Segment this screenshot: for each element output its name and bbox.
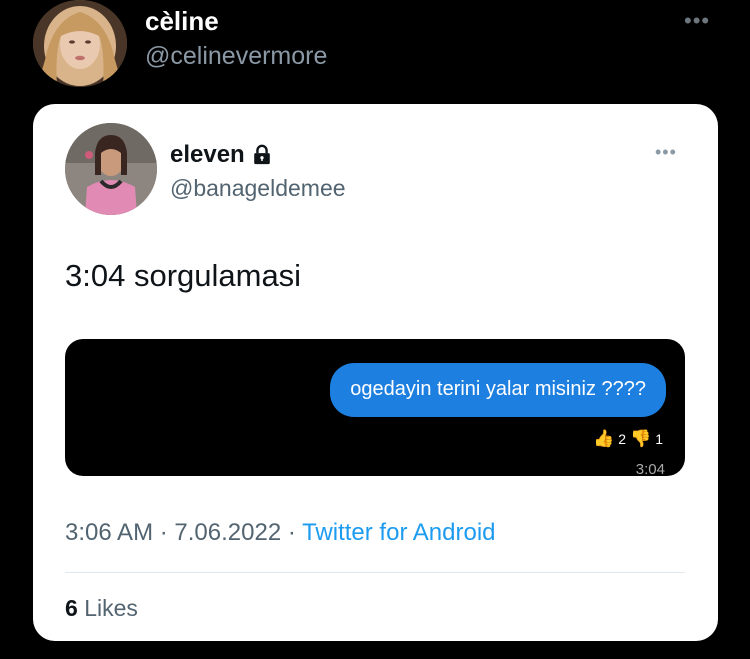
likes-label: Likes <box>84 595 138 621</box>
meta-separator: · <box>153 519 175 546</box>
more-horizontal-icon[interactable]: ••• <box>684 8 710 34</box>
tweet-time[interactable]: 3:06 AM <box>65 519 153 546</box>
avatar[interactable] <box>33 0 127 87</box>
tweet-text: 3:04 sorgulamasi <box>65 258 302 293</box>
thumbs-down-icon: 👎 <box>630 429 652 448</box>
tweet-metadata: 3:06 AM · 7.06.2022 · Twitter for Androi… <box>65 519 496 547</box>
message-reactions: 👍 2 👎 1 <box>593 429 663 449</box>
outer-author-handle[interactable]: @celinevermore <box>145 42 327 71</box>
outer-tweet-header: cèline @celinevermore ••• <box>0 0 750 100</box>
quoted-author-name-row[interactable]: eleven <box>170 141 273 169</box>
outer-author-name[interactable]: cèline <box>145 6 219 37</box>
tweet-date[interactable]: 7.06.2022 <box>174 519 281 546</box>
meta-separator: · <box>281 519 303 546</box>
message-time: 3:04 <box>635 461 665 476</box>
thumbs-down-count: 1 <box>655 431 663 447</box>
likes-stat[interactable]: 6 Likes <box>65 595 138 622</box>
tweet-source-link[interactable]: Twitter for Android <box>302 519 495 546</box>
more-horizontal-icon[interactable]: ••• <box>655 142 677 163</box>
quoted-author-name: eleven <box>170 141 245 168</box>
thumbs-up-icon: 👍 <box>593 429 615 448</box>
message-bubble: ogedayin terini yalar misiniz ???? <box>330 363 666 417</box>
lock-icon <box>253 144 270 165</box>
avatar[interactable] <box>65 123 157 215</box>
avatar-photo <box>65 123 157 215</box>
avatar-photo <box>33 0 127 87</box>
likes-count: 6 <box>65 595 78 621</box>
tweet-media-image[interactable]: ogedayin terini yalar misiniz ???? 👍 2 👎… <box>65 339 685 476</box>
divider <box>65 572 685 573</box>
quoted-tweet-card[interactable]: eleven @banageldemee ••• 3:04 sorgulamas… <box>33 104 718 641</box>
quoted-author-handle[interactable]: @banageldemee <box>170 175 346 202</box>
thumbs-up-count: 2 <box>618 431 627 447</box>
